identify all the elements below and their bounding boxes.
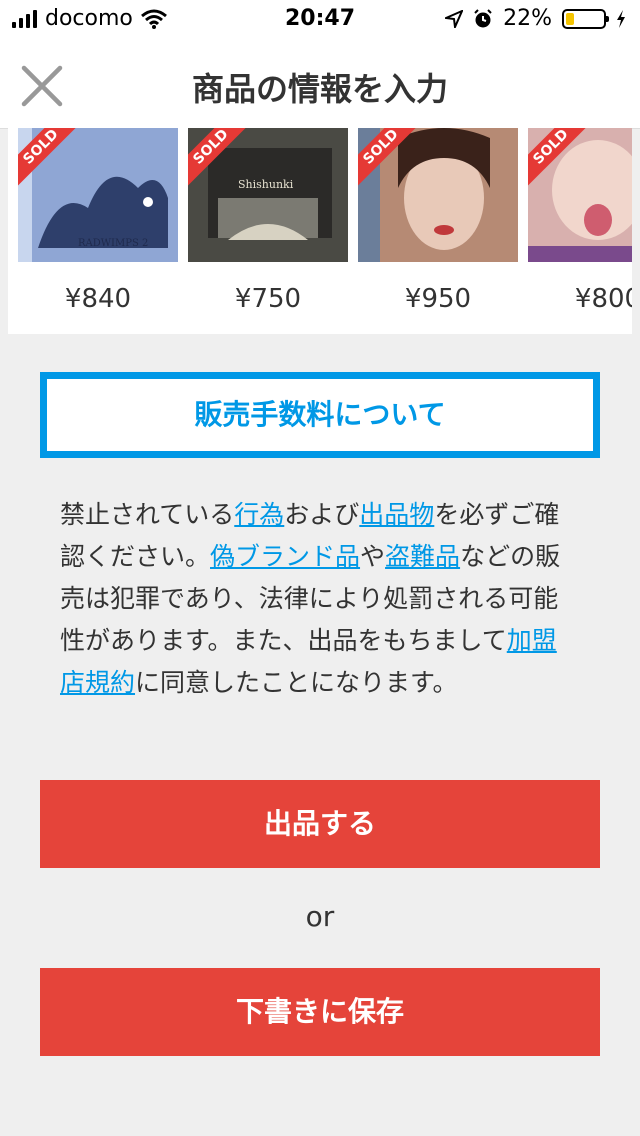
product-item[interactable]: RADWIMPS 2 SOLD ¥840 [18, 128, 178, 334]
product-image: RADWIMPS 2 SOLD [18, 128, 178, 262]
location-arrow-icon [445, 9, 464, 28]
charging-bolt-icon [617, 9, 625, 28]
policy-notice: 禁止されている行為および出品物を必ずご確認ください。偽ブランド品や盗難品などの販… [60, 494, 580, 704]
stolen-goods-link[interactable]: 盗難品 [385, 542, 460, 571]
product-item[interactable]: SOLD ¥950 [358, 128, 518, 334]
counterfeit-link[interactable]: 偽ブランド品 [210, 542, 360, 571]
similar-items-carousel[interactable]: RADWIMPS 2 SOLD ¥840 Shishunki SOLD ¥750 [8, 128, 632, 334]
battery-icon [562, 8, 609, 29]
battery-fill [566, 12, 574, 25]
product-image: SOLD [528, 128, 632, 262]
notice-text: に同意したことになります。 [135, 668, 458, 697]
product-price: ¥840 [64, 284, 132, 314]
notice-text: および [284, 500, 360, 529]
fee-info-button[interactable]: 販売手数料について [40, 372, 600, 458]
or-separator: or [305, 900, 335, 933]
list-item-button[interactable]: 出品する [40, 780, 600, 868]
product-price: ¥950 [404, 284, 472, 314]
product-image: SOLD [358, 128, 518, 262]
save-draft-button[interactable]: 下書きに保存 [40, 968, 600, 1056]
battery-percent: 22% [503, 6, 552, 31]
product-item[interactable]: Shishunki SOLD ¥750 [188, 128, 348, 334]
page-header: 商品の情報を入力 [0, 40, 640, 129]
page-title: 商品の情報を入力 [191, 70, 448, 108]
album-text: Shishunki [238, 178, 294, 191]
status-bar: docomo 20:47 22% [0, 0, 640, 40]
notice-text: や [360, 542, 386, 571]
album-text: RADWIMPS 2 [78, 238, 148, 249]
prohibited-acts-link[interactable]: 行為 [234, 500, 284, 529]
status-right: 22% [445, 6, 626, 31]
product-item[interactable]: SOLD ¥800 [528, 128, 632, 334]
product-image: Shishunki SOLD [188, 128, 348, 262]
product-price: ¥800 [574, 284, 632, 314]
alarm-icon [474, 8, 492, 27]
prohibited-items-link[interactable]: 出品物 [359, 500, 434, 529]
notice-text: 禁止されている [60, 500, 235, 529]
product-price: ¥750 [234, 284, 302, 314]
